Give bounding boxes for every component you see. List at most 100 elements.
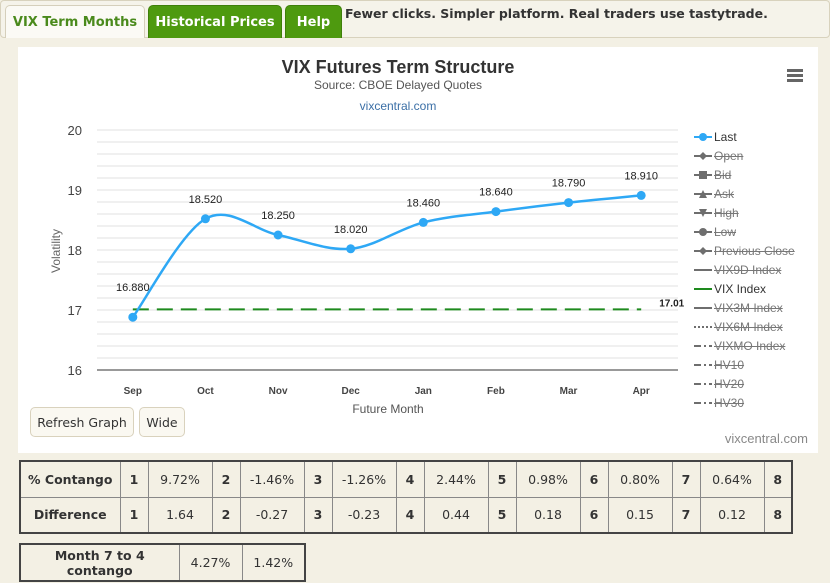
legend-label: Low: [714, 224, 737, 239]
legend-label: VIX9D Index: [714, 262, 782, 277]
legend-label: Bid: [714, 167, 732, 182]
chart-credit[interactable]: vixcentral.com: [725, 431, 808, 446]
chart-source-link[interactable]: vixcentral.com: [18, 99, 778, 113]
x-tick-label: Dec: [342, 386, 361, 397]
legend-label: High: [714, 205, 739, 220]
y-tick-label: 18: [68, 243, 82, 258]
month-index: 7: [671, 460, 701, 498]
table-row: % Contango 1 9.72% 2 -1.46% 3 -1.26% 4 2.44% 5 0.9…: [19, 460, 793, 498]
grid-lines: [97, 129, 678, 371]
last-data-label: 18.910: [624, 170, 658, 182]
legend-label: VIXMO Index: [714, 338, 786, 353]
x-axis-title: Future Month: [352, 402, 423, 416]
legend-item-last[interactable]: Last: [693, 127, 818, 146]
circle-marker-icon: [694, 227, 712, 236]
month-index: 7: [671, 496, 701, 534]
last-data-label: 18.640: [479, 187, 513, 199]
legend-item-vixmo-index[interactable]: VIXMO Index: [693, 336, 818, 355]
legend-label: VIX6M Index: [714, 319, 783, 334]
last-data-label: 18.790: [552, 178, 586, 190]
hamburger-menu-icon[interactable]: [785, 68, 805, 84]
legend-item-ask[interactable]: Ask: [693, 184, 818, 203]
refresh-graph-button[interactable]: Refresh Graph: [30, 407, 134, 437]
last-data-point[interactable]: [346, 244, 356, 254]
last-data-point[interactable]: [636, 190, 646, 200]
legend-item-bid[interactable]: Bid: [693, 165, 818, 184]
cell-value: 0.64%: [699, 460, 765, 498]
last-data-point[interactable]: [200, 214, 210, 224]
legend-item-hv30[interactable]: HV30: [693, 393, 818, 412]
cell-value: 0.18: [515, 496, 581, 534]
month-index: 4: [395, 460, 425, 498]
legend-item-hv20[interactable]: HV20: [693, 374, 818, 393]
line-marker-icon: [694, 306, 712, 309]
series-layer: 17.01 16.880 18.520 18.250 18.020 18.460 18.64…: [116, 170, 685, 322]
last-data-point[interactable]: [418, 217, 428, 227]
legend-item-vix9d-index[interactable]: VIX9D Index: [693, 260, 818, 279]
month-index: 2: [211, 460, 241, 498]
month-7-to-4-value: 4.27%: [178, 543, 243, 582]
last-data-label: 18.250: [261, 210, 295, 222]
y-tick-label: 17: [68, 303, 82, 318]
vix-index-label: 17.01: [659, 298, 684, 309]
y-tick-label: 16: [68, 363, 82, 378]
month-7-to-4-value: 1.42%: [241, 543, 306, 582]
cell-value: -1.26%: [331, 460, 397, 498]
legend-label: Previous Close: [714, 243, 795, 258]
promo-link[interactable]: Fewer clicks. Simpler platform. Real tra…: [345, 6, 768, 21]
cell-value: 0.12: [699, 496, 765, 534]
y-tick-label: 19: [68, 183, 82, 198]
x-tick-label: Jan: [415, 386, 432, 397]
legend-item-hv10[interactable]: HV10: [693, 355, 818, 374]
row-label: Month 7 to 4 contango: [19, 543, 180, 582]
last-data-point[interactable]: [564, 198, 574, 208]
last-data-label: 18.020: [334, 224, 368, 236]
legend-item-vix3m-index[interactable]: VIX3M Index: [693, 298, 818, 317]
x-axis: Sep Oct Nov Dec Jan Feb Mar Apr: [124, 386, 650, 397]
cell-value: 1.64: [147, 496, 213, 534]
legend-item-vix-index[interactable]: VIX Index: [693, 279, 818, 298]
last-data-label: 18.460: [406, 197, 440, 209]
tab-bar: VIX Term Months Historical Prices Help F…: [0, 0, 830, 38]
table-row: Difference 1 1.64 2 -0.27 3 -0.23 4 0.44 5 0.18 6 0.…: [19, 496, 793, 534]
cell-value: -0.23: [331, 496, 397, 534]
month-index: 3: [303, 496, 333, 534]
legend-label: HV30: [714, 395, 745, 410]
month-index: 3: [303, 460, 333, 498]
x-tick-label: Mar: [560, 386, 578, 397]
x-tick-label: Feb: [487, 386, 505, 397]
legend-item-high[interactable]: High: [693, 203, 818, 222]
last-data-point[interactable]: [128, 312, 138, 322]
cell-value: -1.46%: [239, 460, 305, 498]
month-index: 4: [395, 496, 425, 534]
row-label: % Contango: [19, 460, 121, 498]
legend-label: VIX Index: [714, 281, 767, 296]
dashdot-marker-icon: [694, 363, 712, 366]
tab-vix-term-months[interactable]: VIX Term Months: [5, 5, 145, 38]
line-marker-icon: [694, 268, 712, 271]
tab-historical-prices[interactable]: Historical Prices: [148, 5, 282, 38]
x-tick-label: Nov: [269, 386, 288, 397]
dashdot-marker-icon: [694, 401, 712, 404]
diamond-marker-icon: [694, 151, 712, 160]
y-axis-title: Volatility: [49, 229, 63, 273]
tab-help[interactable]: Help: [285, 5, 342, 38]
dashdot-marker-icon: [694, 344, 712, 347]
cell-value: 0.80%: [607, 460, 673, 498]
triangle-down-marker-icon: [694, 208, 712, 217]
legend-item-vix6m-index[interactable]: VIX6M Index: [693, 317, 818, 336]
legend-item-low[interactable]: Low: [693, 222, 818, 241]
x-tick-label: Apr: [633, 386, 650, 397]
line-marker-icon: [694, 287, 712, 290]
last-data-point[interactable]: [273, 230, 283, 240]
month-index: 2: [211, 496, 241, 534]
last-data-point[interactable]: [491, 207, 501, 217]
legend-item-previous-close[interactable]: Previous Close: [693, 241, 818, 260]
legend-label: Last: [714, 129, 737, 144]
legend-item-open[interactable]: Open: [693, 146, 818, 165]
dashdot-marker-icon: [694, 382, 712, 385]
last-data-label: 16.880: [116, 282, 150, 294]
chart-subtitle: Source: CBOE Delayed Quotes: [313, 78, 483, 92]
chart-legend: Last Open Bid Ask High Low Previous Close VIX9D…: [693, 127, 818, 412]
wide-button[interactable]: Wide: [139, 407, 185, 437]
